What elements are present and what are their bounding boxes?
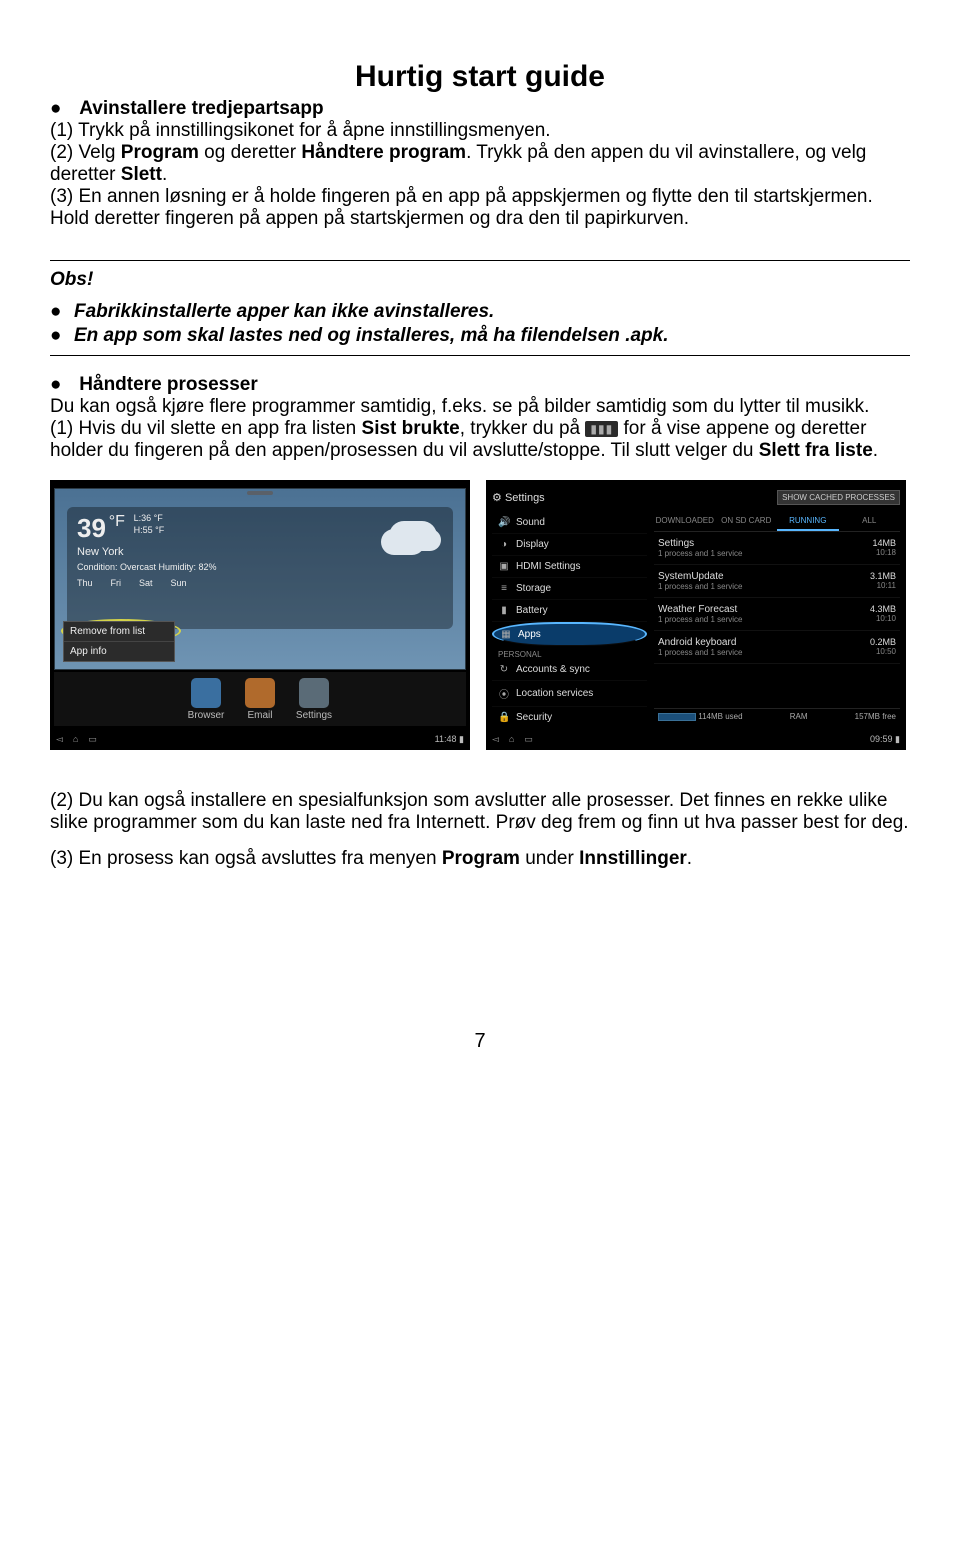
sidebar-item-apps: ▦Apps bbox=[492, 622, 647, 646]
sidebar-item-battery: ▮Battery bbox=[492, 600, 647, 622]
bullet-icon: ● bbox=[50, 98, 74, 120]
obs-item-2: En app som skal lastes ned og installere… bbox=[74, 325, 669, 346]
sidebar-item-display: ◑Display bbox=[492, 534, 647, 556]
dock-browser: Browser bbox=[186, 678, 226, 721]
page-title: Hurtig start guide bbox=[50, 60, 910, 94]
tab-downloaded: DOWNLOADED bbox=[654, 512, 716, 531]
bullet-icon: ● bbox=[50, 325, 74, 347]
page-number: 7 bbox=[50, 1030, 910, 1053]
sidebar-section-personal: PERSONAL bbox=[492, 646, 647, 659]
recent-icon: ▭ bbox=[524, 734, 533, 744]
figure-settings-screen: ⚙ Settings SHOW CACHED PROCESSES 🔊Sound … bbox=[486, 480, 906, 750]
figure-home-screen: 39 °F L:36 °F H:55 °F New York Condition… bbox=[50, 480, 470, 750]
menu-remove-from-list: Remove from list bbox=[64, 622, 174, 642]
uninstall-step-2: (2) Velg Program og deretter Håndtere pr… bbox=[50, 142, 910, 186]
process-step-3: (3) En prosess kan også avsluttes fra me… bbox=[50, 848, 910, 870]
tab-running: RUNNING bbox=[777, 512, 839, 531]
list-item: Weather Forecast1 process and 1 service4… bbox=[654, 598, 900, 631]
gear-icon: ⚙ bbox=[492, 492, 502, 504]
heading-processes: Håndtere prosesser bbox=[79, 374, 257, 395]
back-icon: ◅ bbox=[492, 734, 499, 744]
battery-icon: ▮ bbox=[459, 734, 464, 744]
recent-apps-icon: ▮▮▮ bbox=[585, 421, 618, 437]
section-processes: ● Håndtere prosesser Du kan også kjøre f… bbox=[50, 374, 910, 462]
tab-sdcard: ON SD CARD bbox=[716, 512, 778, 531]
obs-heading: Obs! bbox=[50, 269, 910, 291]
sidebar-item-sound: 🔊Sound bbox=[492, 512, 647, 534]
settings-sidebar: 🔊Sound ◑Display ▣HDMI Settings ≡Storage … bbox=[492, 512, 647, 729]
home-icon: ⌂ bbox=[509, 734, 514, 744]
display-icon: ◑ bbox=[498, 539, 510, 550]
menu-app-info: App info bbox=[64, 642, 174, 661]
list-item: Android keyboard1 process and 1 service0… bbox=[654, 631, 900, 664]
weather-widget: 39 °F L:36 °F H:55 °F New York Condition… bbox=[67, 507, 453, 629]
sync-icon: ↻ bbox=[498, 664, 510, 675]
sidebar-item-hdmi: ▣HDMI Settings bbox=[492, 556, 647, 578]
nav-bar: ◅ ⌂ ▭ 11:48 ▮ bbox=[50, 728, 470, 750]
figures-row: 39 °F L:36 °F H:55 °F New York Condition… bbox=[50, 480, 910, 750]
ram-bar-icon bbox=[658, 713, 696, 721]
bullet-icon: ● bbox=[50, 374, 74, 396]
cloud-icon bbox=[389, 521, 437, 551]
home-icon: ⌂ bbox=[73, 734, 78, 744]
location-icon: ⦿ bbox=[498, 686, 510, 701]
sidebar-item-location: ⦿Location services bbox=[492, 681, 647, 707]
app-dock: Browser Email Settings bbox=[54, 672, 466, 726]
apps-tabs: DOWNLOADED ON SD CARD RUNNING ALL bbox=[654, 512, 900, 532]
divider bbox=[50, 355, 910, 356]
process-step-2: (2) Du kan også installere en spesialfun… bbox=[50, 790, 910, 834]
dock-settings: Settings bbox=[294, 678, 334, 721]
uninstall-step-1: (1) Trykk på innstillingsikonet for å åp… bbox=[50, 120, 910, 142]
show-cached-button: SHOW CACHED PROCESSES bbox=[777, 490, 900, 505]
list-item: SystemUpdate1 process and 1 service3.1MB… bbox=[654, 565, 900, 598]
divider bbox=[50, 260, 910, 261]
sidebar-item-accounts: ↻Accounts & sync bbox=[492, 659, 647, 681]
back-icon: ◅ bbox=[56, 734, 63, 744]
context-menu: Remove from list App info bbox=[63, 621, 175, 662]
apps-icon: ▦ bbox=[500, 629, 512, 640]
obs-item-1: Fabrikkinstallerte apper kan ikke avinst… bbox=[74, 301, 494, 322]
running-apps-list: Settings1 process and 1 service14MB10:18… bbox=[654, 532, 900, 664]
sidebar-item-security: 🔒Security bbox=[492, 707, 647, 729]
recent-icon: ▭ bbox=[88, 734, 97, 744]
process-step-1: (1) Hvis du vil slette en app fra listen… bbox=[50, 418, 910, 462]
battery-icon: ▮ bbox=[498, 605, 510, 616]
dock-email: Email bbox=[240, 678, 280, 721]
obs-list: ●Fabrikkinstallerte apper kan ikke avins… bbox=[50, 301, 910, 347]
uninstall-step-3: (3) En annen løsning er å holde fingeren… bbox=[50, 186, 910, 230]
bullet-icon: ● bbox=[50, 301, 74, 323]
ram-footer: 114MB used RAM 157MB free bbox=[654, 708, 900, 724]
process-steps-continued: (2) Du kan også installere en spesialfun… bbox=[50, 790, 910, 870]
nav-bar: ◅ ⌂ ▭ 09:59 ▮ bbox=[486, 728, 906, 750]
settings-main: DOWNLOADED ON SD CARD RUNNING ALL Settin… bbox=[654, 512, 900, 724]
lock-icon: 🔒 bbox=[498, 712, 510, 723]
process-intro: Du kan også kjøre flere programmer samti… bbox=[50, 396, 910, 418]
tab-all: ALL bbox=[839, 512, 901, 531]
heading-uninstall: Avinstallere tredjepartsapp bbox=[79, 98, 323, 119]
list-item: Settings1 process and 1 service14MB10:18 bbox=[654, 532, 900, 565]
section-uninstall: ● Avinstallere tredjepartsapp (1) Trykk … bbox=[50, 98, 910, 230]
clock: 11:48 bbox=[435, 734, 457, 744]
clock: 09:59 bbox=[870, 734, 893, 744]
hdmi-icon: ▣ bbox=[498, 561, 510, 572]
storage-icon: ≡ bbox=[498, 583, 510, 594]
battery-icon: ▮ bbox=[895, 734, 900, 744]
settings-title: Settings bbox=[505, 492, 545, 504]
sidebar-item-storage: ≡Storage bbox=[492, 578, 647, 600]
sound-icon: 🔊 bbox=[498, 517, 510, 528]
